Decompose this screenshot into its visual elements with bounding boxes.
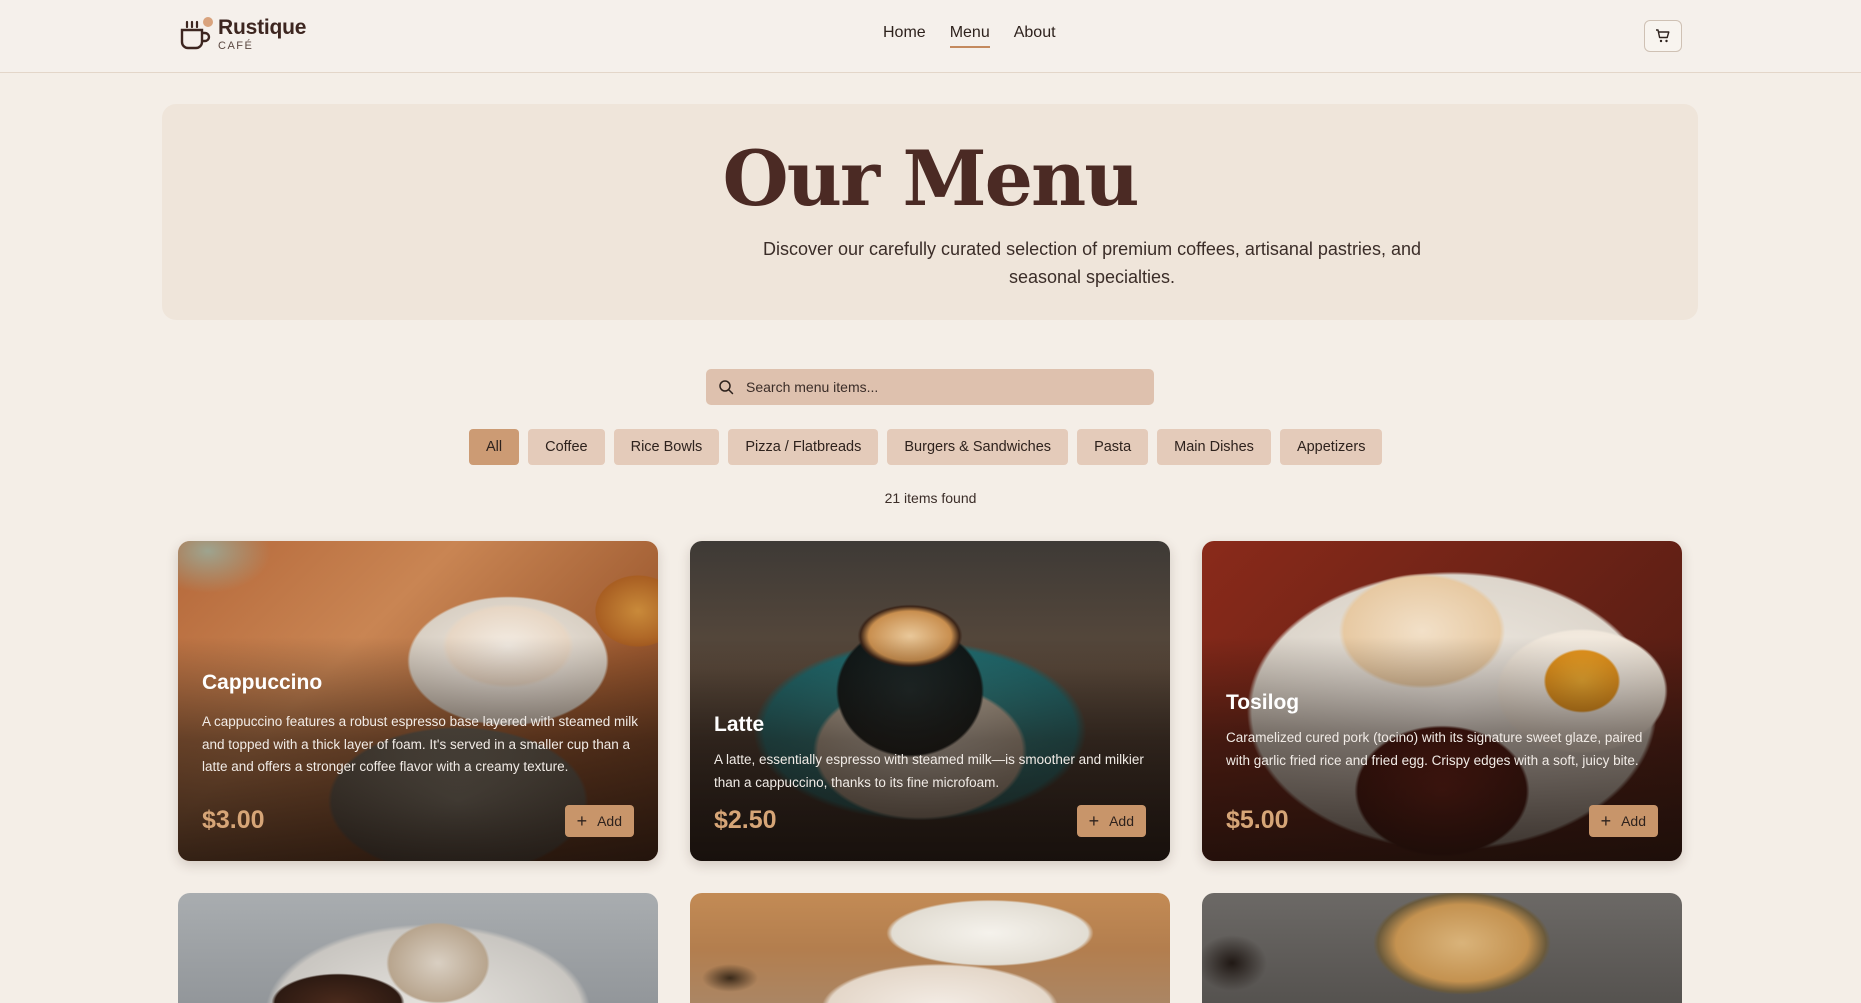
plus-icon: + [576,811,588,831]
plus-icon: + [1600,811,1612,831]
add-to-cart-button[interactable]: + Add [1588,805,1658,837]
search-input[interactable] [746,379,1126,395]
items-count: 21 items found [884,490,977,506]
card-price: $3.00 [202,806,265,834]
brand-subtitle: CAFÉ [218,39,254,52]
menu-card-partial[interactable] [178,893,658,1003]
brand-logo[interactable]: Rustique CAFÉ [178,16,306,52]
coffee-cup-icon [178,16,214,52]
menu-card-partial[interactable] [690,893,1170,1003]
filter-pizza-flatbreads[interactable]: Pizza / Flatbreads [728,429,879,465]
card-description: Caramelized cured pork (tocino) with its… [1226,730,1643,768]
add-to-cart-button[interactable]: + Add [564,805,634,837]
filter-coffee[interactable]: Coffee [528,429,605,465]
card-description: A latte, essentially espresso with steam… [714,752,1144,790]
cart-button[interactable] [1644,20,1682,52]
navbar: Rustique CAFÉ Home Menu About [0,0,1861,73]
filter-all[interactable]: All [469,429,520,465]
menu-card[interactable]: Tosilog Caramelized cured pork (tocino) … [1202,541,1682,861]
card-title: Latte [714,713,765,736]
hero-banner: Our Menu Discover our carefully curated … [162,104,1698,320]
filter-rice-bowls[interactable]: Rice Bowls [613,429,720,465]
main-nav: Home Menu About [883,24,1080,48]
hero-description: Discover our carefully curated selection… [763,239,1421,287]
brand-name: Rustique [218,15,307,39]
page-title: Our Menu [722,134,1140,223]
filter-appetizers[interactable]: Appetizers [1279,429,1383,465]
card-price: $2.50 [714,806,777,834]
add-label: Add [1621,813,1646,829]
card-title: Tosilog [1226,691,1300,714]
nav-menu[interactable]: Menu [949,24,990,48]
cart-icon [1656,29,1670,43]
add-label: Add [1109,813,1134,829]
card-title: Cappuccino [202,671,323,694]
menu-card[interactable]: Latte A latte, essentially espresso with… [690,541,1170,861]
add-label: Add [597,813,622,829]
search-icon [719,380,734,395]
add-to-cart-button[interactable]: + Add [1076,805,1146,837]
filter-pasta[interactable]: Pasta [1077,429,1149,465]
plus-icon: + [1088,811,1100,831]
nav-about[interactable]: About [1014,24,1056,48]
search-bar[interactable] [706,369,1154,405]
menu-card[interactable]: Cappuccino A cappuccino features a robus… [178,541,658,861]
filter-burgers-sandwiches[interactable]: Burgers & Sandwiches [887,429,1069,465]
menu-card-partial[interactable] [1202,893,1682,1003]
card-price: $5.00 [1226,806,1289,834]
nav-home[interactable]: Home [883,24,926,48]
filter-main-dishes[interactable]: Main Dishes [1157,429,1271,465]
category-filters: All Coffee Rice Bowls Pizza / Flatbreads… [469,429,1391,465]
card-description: A cappuccino features a robust espresso … [202,714,638,774]
